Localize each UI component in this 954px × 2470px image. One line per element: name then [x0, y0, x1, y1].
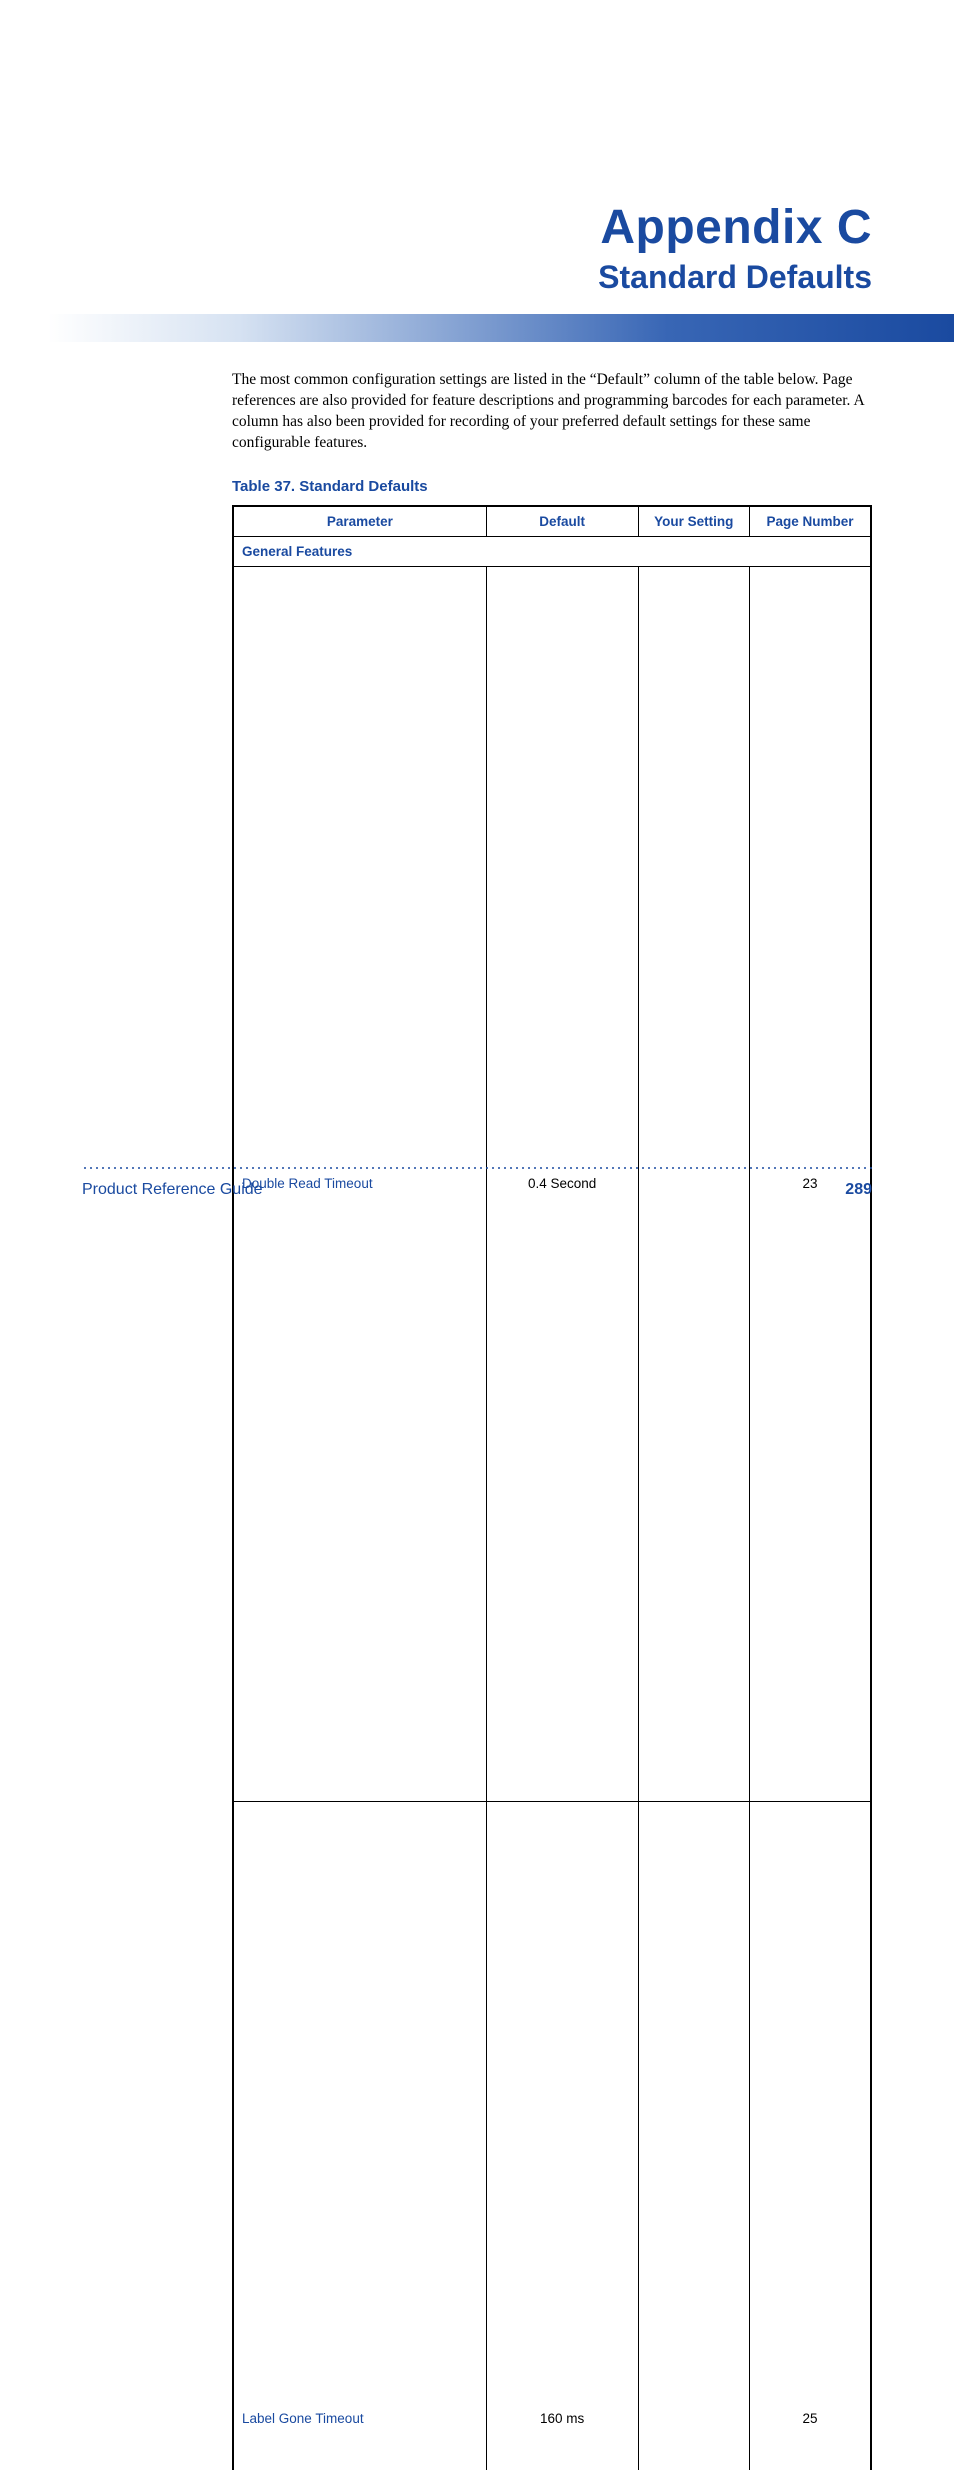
col-parameter: Parameter: [233, 506, 486, 537]
col-your-setting: Your Setting: [638, 506, 749, 537]
table-header-row: Parameter Default Your Setting Page Numb…: [233, 506, 871, 537]
col-default: Default: [486, 506, 638, 537]
appendix-subtitle: Standard Defaults: [82, 259, 872, 296]
table-caption: Table 37. Standard Defaults: [232, 478, 872, 495]
footer-page-number: 289: [845, 1181, 872, 1199]
page: Appendix C Standard Defaults The most co…: [0, 0, 954, 1235]
your-setting-cell: [638, 1801, 749, 2470]
page-footer: Product Reference Guide 289: [82, 1181, 872, 1199]
footer-divider-dots: [82, 1165, 872, 1171]
table-row: Label Gone Timeout 160 ms 25: [233, 1801, 871, 2470]
page-number-cell[interactable]: 25: [749, 1801, 871, 2470]
standard-defaults-table: Parameter Default Your Setting Page Numb…: [232, 505, 872, 2470]
intro-paragraph: The most common configuration settings a…: [232, 370, 872, 454]
default-cell: 160 ms: [486, 1801, 638, 2470]
section-general-features: General Features: [233, 536, 871, 566]
section-label: General Features: [233, 536, 871, 566]
footer-doc-title: Product Reference Guide: [82, 1181, 263, 1199]
param-cell[interactable]: Label Gone Timeout: [233, 1801, 486, 2470]
appendix-title: Appendix C: [82, 200, 872, 255]
header-gradient-bar: [0, 314, 954, 342]
col-page-number: Page Number: [749, 506, 871, 537]
title-block: Appendix C Standard Defaults: [82, 200, 872, 296]
